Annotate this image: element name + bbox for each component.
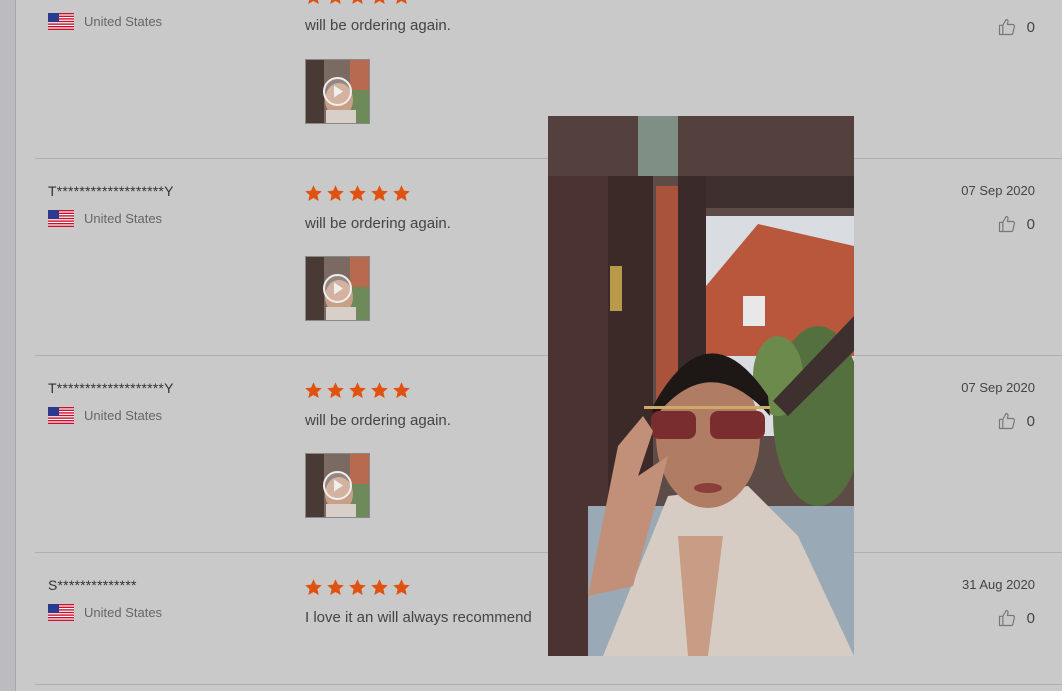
video-thumbnail[interactable] [305,453,370,518]
review-text: will be ordering again. [305,412,451,429]
star-icon [393,382,410,399]
thumbs-up-icon [998,215,1015,233]
us-flag-icon [48,604,74,621]
star-icon [393,579,410,596]
star-icon [371,579,388,596]
star-icon [396,0,407,5]
thumbs-up-icon [998,412,1015,430]
play-icon [323,274,352,303]
star-icon [349,185,366,202]
play-icon [323,471,352,500]
like-button[interactable]: 0 [997,608,1035,628]
star-icon [305,579,322,596]
like-count: 0 [1026,609,1035,627]
reviewer-name: S************** [48,577,137,593]
review-text: I love it an will always recommend [305,609,532,626]
like-button[interactable]: 0 [997,411,1035,431]
video-preview-image [548,116,854,656]
country: United States [48,604,162,621]
country-name: United States [84,14,163,29]
star-icon [327,382,344,399]
like-count: 0 [1026,412,1035,430]
star-icon [352,0,363,5]
star-icon [308,0,319,5]
rating-stars [304,578,411,597]
country: United States [48,13,162,30]
country-name: United States [84,408,163,423]
like-button[interactable]: 0 [997,214,1035,234]
review-text: will be ordering again. [305,215,451,232]
star-icon [349,382,366,399]
like-count: 0 [1026,215,1035,233]
star-icon [393,185,410,202]
reviewer-name: T*******************Y [48,380,174,396]
thumbs-up-icon [998,609,1015,627]
video-preview[interactable] [548,116,854,656]
star-icon [327,185,344,202]
review-text: will be ordering again. [305,17,451,34]
star-icon [330,0,341,5]
country-name: United States [84,605,163,620]
video-thumbnail[interactable] [305,256,370,321]
rating-stars [304,0,411,6]
star-icon [371,382,388,399]
star-icon [305,382,322,399]
country-name: United States [84,211,163,226]
reviewer-name: T*******************Y [48,183,174,199]
video-thumbnail[interactable] [305,59,370,124]
country: United States [48,407,162,424]
star-icon [305,185,322,202]
review-date: 07 Sep 2020 [961,380,1035,395]
star-icon [374,0,385,5]
star-icon [371,185,388,202]
star-icon [349,579,366,596]
rating-stars [304,184,411,203]
country: United States [48,210,162,227]
us-flag-icon [48,210,74,227]
review-date: 07 Sep 2020 [961,183,1035,198]
rating-stars [304,381,411,400]
review-date: 31 Aug 2020 [961,577,1035,592]
thumbs-up-icon [998,18,1015,36]
play-icon [323,77,352,106]
like-button[interactable]: 0 [997,17,1035,37]
left-rail [0,0,16,691]
star-icon [327,579,344,596]
us-flag-icon [48,407,74,424]
like-count: 0 [1026,18,1035,36]
us-flag-icon [48,13,74,30]
